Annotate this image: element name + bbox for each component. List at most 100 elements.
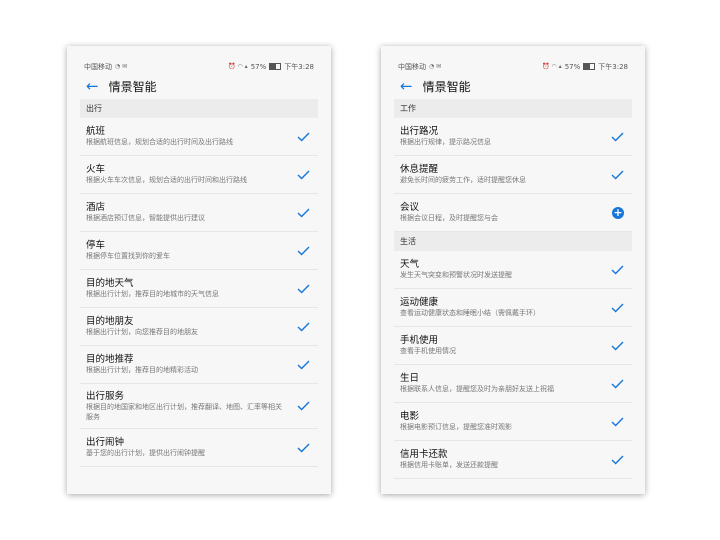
list-item-title: 停车 xyxy=(86,240,106,252)
list-item-subtitle: 根据出行规律，提示路况信息 xyxy=(400,138,491,147)
add-circle-icon[interactable]: + xyxy=(612,206,624,219)
settings-list-work: 出行路况 根据出行规律，提示路况信息休息提醒 避免长时间的疲劳工作，适时提醒您休息会… xyxy=(394,118,632,232)
list-item-subtitle: 根据航班信息，规划合适的出行时间及出行路线 xyxy=(86,138,233,147)
list-item-text: 目的地天气 根据出行计划，推荐目的地城市的天气信息 xyxy=(86,277,296,300)
checkmark-icon[interactable] xyxy=(610,263,624,277)
notification-icon: ◔ ✉ xyxy=(115,62,128,70)
settings-list: 航班 根据航班信息，规划合适的出行时间及出行路线 火车 根据火车车次信息，规划合适的出… xyxy=(80,118,318,467)
list-item[interactable]: 目的地推荐 根据出行计划，推荐目的地精彩活动 xyxy=(80,346,318,384)
list-item-title: 火车 xyxy=(86,164,106,176)
list-item[interactable]: 会议 根据会议日程，及时提醒您与会 + xyxy=(394,194,632,232)
list-item[interactable]: 目的地朋友 根据出行计划，向您推荐目的地朋友 xyxy=(80,308,318,346)
status-bar: 中国移动 ◔ ✉ ⏰ ◠ ▴ 57% 下午3:28 xyxy=(394,60,632,73)
list-item-subtitle: 根据联系人信息，提醒您及时为亲朋好友送上祝福 xyxy=(400,385,554,394)
list-item-subtitle: 基于您的出行计划，提供出行闹钟提醒 xyxy=(86,449,205,458)
list-item-text: 手机使用 查看手机使用情况 xyxy=(400,334,610,357)
clock: 下午3:28 xyxy=(598,62,628,71)
list-item-title: 电影 xyxy=(400,411,420,423)
list-item-title: 出行闹钟 xyxy=(86,437,125,449)
list-item[interactable]: 电影 根据电影预订信息，提醒您准时观影 xyxy=(394,403,632,441)
list-item-text: 出行路况 根据出行规律，提示路况信息 xyxy=(400,125,610,148)
checkmark-icon[interactable] xyxy=(296,282,310,296)
list-item-subtitle: 发生天气突变和预警状况时发送提醒 xyxy=(400,271,512,280)
list-item-text: 酒店 根据酒店预订信息，智能提供出行建议 xyxy=(86,201,296,224)
list-item-subtitle: 避免长时间的疲劳工作，适时提醒您休息 xyxy=(400,176,526,185)
list-item-title: 手机使用 xyxy=(400,335,439,347)
list-item-title: 运动健康 xyxy=(400,297,439,309)
battery-icon xyxy=(583,63,596,70)
signal-icons: ⏰ ◠ ▴ xyxy=(228,62,248,70)
list-item-title: 目的地朋友 xyxy=(86,316,134,328)
list-item-text: 运动健康 查看运动健康状态和睡眠小结（需佩戴手环） xyxy=(400,296,610,319)
checkmark-icon[interactable] xyxy=(296,399,310,413)
list-item-subtitle: 根据酒店预订信息，智能提供出行建议 xyxy=(86,214,205,223)
app-bar: ← 情景智能 xyxy=(80,73,318,99)
checkmark-icon[interactable] xyxy=(610,453,624,467)
list-item-subtitle: 根据出行计划，推荐目的地城市的天气信息 xyxy=(86,290,219,299)
checkmark-icon[interactable] xyxy=(610,415,624,429)
checkmark-icon[interactable] xyxy=(610,339,624,353)
list-item-text: 航班 根据航班信息，规划合适的出行时间及出行路线 xyxy=(86,125,296,148)
back-arrow-icon[interactable]: ← xyxy=(400,78,413,94)
page-title: 情景智能 xyxy=(422,79,471,94)
list-item[interactable]: 出行闹钟 基于您的出行计划，提供出行闹钟提醒 xyxy=(80,429,318,467)
screen: 中国移动 ◔ ✉ ⏰ ◠ ▴ 57% 下午3:28 ← 情景智能 工作 出行路况… xyxy=(394,60,632,480)
list-item[interactable]: 手机使用 查看手机使用情况 xyxy=(394,327,632,365)
list-item-subtitle: 查看运动健康状态和睡眠小结（需佩戴手环） xyxy=(400,309,540,318)
list-item-text: 会议 根据会议日程，及时提醒您与会 xyxy=(400,201,612,224)
checkmark-icon[interactable] xyxy=(296,244,310,258)
list-item[interactable]: 天气 发生天气突变和预警状况时发送提醒 xyxy=(394,251,632,289)
list-item-title: 会议 xyxy=(400,202,420,214)
list-item-title: 酒店 xyxy=(86,202,106,214)
list-item[interactable]: 酒店 根据酒店预订信息，智能提供出行建议 xyxy=(80,194,318,232)
list-item[interactable]: 出行服务 根据目的地国家和地区出行计划，推荐翻译、地图、汇率等相关服务 xyxy=(80,384,318,429)
list-item-text: 目的地朋友 根据出行计划，向您推荐目的地朋友 xyxy=(86,315,296,338)
list-item[interactable]: 生日 根据联系人信息，提醒您及时为亲朋好友送上祝福 xyxy=(394,365,632,403)
back-arrow-icon[interactable]: ← xyxy=(86,78,99,94)
section-header-work: 工作 xyxy=(394,99,632,118)
status-bar: 中国移动 ◔ ✉ ⏰ ◠ ▴ 57% 下午3:28 xyxy=(80,60,318,73)
list-item-text: 火车 根据火车车次信息，规划合适的出行时间和出行路线 xyxy=(86,163,296,186)
checkmark-icon[interactable] xyxy=(296,130,310,144)
checkmark-icon[interactable] xyxy=(610,377,624,391)
clock: 下午3:28 xyxy=(284,62,314,71)
checkmark-icon[interactable] xyxy=(296,206,310,220)
battery-percent: 57% xyxy=(250,62,267,71)
list-item-subtitle: 根据停车位置找到你的爱车 xyxy=(86,252,170,261)
section-header: 出行 xyxy=(80,99,318,118)
checkmark-icon[interactable] xyxy=(296,320,310,334)
carrier-label: 中国移动 xyxy=(398,62,426,71)
list-item-text: 生日 根据联系人信息，提醒您及时为亲朋好友送上祝福 xyxy=(400,372,610,395)
list-item-subtitle: 根据会议日程，及时提醒您与会 xyxy=(400,214,498,223)
battery-percent: 57% xyxy=(564,62,581,71)
list-item-title: 目的地天气 xyxy=(86,278,134,290)
list-item-title: 航班 xyxy=(86,126,106,138)
list-item-title: 出行路况 xyxy=(400,126,439,138)
checkmark-icon[interactable] xyxy=(296,441,310,455)
list-item-text: 信用卡还款 根据信用卡账单，发送还款提醒 xyxy=(400,448,610,471)
list-item[interactable]: 休息提醒 避免长时间的疲劳工作，适时提醒您休息 xyxy=(394,156,632,194)
list-item-text: 电影 根据电影预订信息，提醒您准时观影 xyxy=(400,410,610,433)
list-item-text: 目的地推荐 根据出行计划，推荐目的地精彩活动 xyxy=(86,353,296,376)
list-item[interactable]: 运动健康 查看运动健康状态和睡眠小结（需佩戴手环） xyxy=(394,289,632,327)
checkmark-icon[interactable] xyxy=(610,301,624,315)
section-header-life: 生活 xyxy=(394,232,632,251)
list-item[interactable]: 航班 根据航班信息，规划合适的出行时间及出行路线 xyxy=(80,118,318,156)
list-item-subtitle: 查看手机使用情况 xyxy=(400,347,456,356)
checkmark-icon[interactable] xyxy=(610,130,624,144)
list-item-title: 生日 xyxy=(400,373,420,385)
list-item-subtitle: 根据出行计划，推荐目的地精彩活动 xyxy=(86,366,198,375)
settings-list-life: 天气 发生天气突变和预警状况时发送提醒运动健康 查看运动健康状态和睡眠小结（需佩戴手… xyxy=(394,251,632,479)
checkmark-icon[interactable] xyxy=(296,168,310,182)
list-item-text: 出行服务 根据目的地国家和地区出行计划，推荐翻译、地图、汇率等相关服务 xyxy=(86,390,296,422)
list-item[interactable]: 火车 根据火车车次信息，规划合适的出行时间和出行路线 xyxy=(80,156,318,194)
checkmark-icon[interactable] xyxy=(610,168,624,182)
carrier-label: 中国移动 xyxy=(84,62,112,71)
list-item[interactable]: 停车 根据停车位置找到你的爱车 xyxy=(80,232,318,270)
list-item[interactable]: 目的地天气 根据出行计划，推荐目的地城市的天气信息 xyxy=(80,270,318,308)
screen: 中国移动 ◔ ✉ ⏰ ◠ ▴ 57% 下午3:28 ← 情景智能 出行 航班 根据… xyxy=(80,60,318,480)
list-item[interactable]: 出行路况 根据出行规律，提示路况信息 xyxy=(394,118,632,156)
phone-screenshot-left: 中国移动 ◔ ✉ ⏰ ◠ ▴ 57% 下午3:28 ← 情景智能 出行 航班 根据… xyxy=(67,46,331,494)
checkmark-icon[interactable] xyxy=(296,358,310,372)
list-item[interactable]: 信用卡还款 根据信用卡账单，发送还款提醒 xyxy=(394,441,632,479)
